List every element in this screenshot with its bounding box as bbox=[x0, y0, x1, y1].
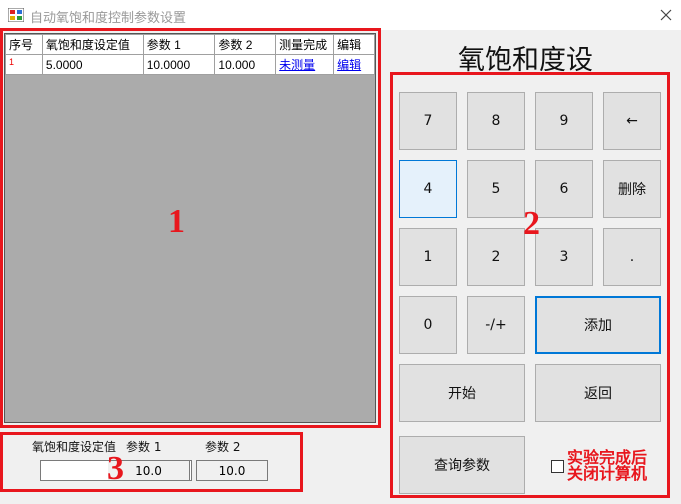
annotation-box-2 bbox=[390, 72, 670, 498]
close-icon bbox=[660, 9, 671, 21]
annotation-label-1: 1 bbox=[168, 203, 185, 240]
annotation-box-1 bbox=[0, 28, 381, 428]
title-bar: 自动氧饱和度控制参数设置 bbox=[0, 0, 681, 30]
close-button[interactable] bbox=[650, 0, 681, 30]
app-icon bbox=[8, 8, 24, 22]
annotation-label-2: 2 bbox=[523, 205, 540, 242]
window-title: 自动氧饱和度控制参数设置 bbox=[30, 10, 187, 25]
annotation-label-3: 3 bbox=[107, 450, 124, 487]
main-window: 自动氧饱和度控制参数设置 序号 氧饱和度设定值 参数 1 参数 2 测量完成 编… bbox=[0, 0, 681, 504]
annotation-box-3 bbox=[0, 432, 303, 492]
